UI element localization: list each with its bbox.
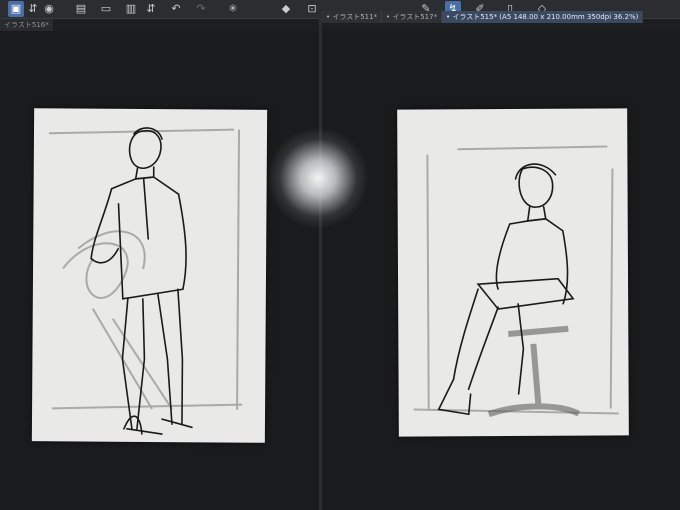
chevrons-button[interactable]: ⇵ xyxy=(25,1,41,17)
tab-label: イラスト515* (A5 148.00 x 210.00mm 350dpi 36… xyxy=(452,13,639,21)
view-icon: ◉ xyxy=(44,2,54,15)
fill-button[interactable]: ◆ xyxy=(278,1,294,17)
chevrons-icon: ⇵ xyxy=(28,2,38,15)
brightness-icon: ✳ xyxy=(228,2,238,15)
canvas-standing-figure[interactable] xyxy=(31,108,268,443)
fill-icon: ◆ xyxy=(281,2,291,15)
transform-icon: ⊡ xyxy=(307,2,317,15)
new-file-icon: ▤ xyxy=(75,2,87,15)
tab-illust-517[interactable]: • イラスト517* xyxy=(382,11,443,23)
canvas-seated-figure[interactable] xyxy=(397,108,629,437)
select-tool-button[interactable]: ▣ xyxy=(8,1,24,17)
tab-illust-511[interactable]: • イラスト511* xyxy=(322,11,383,23)
redo-button[interactable]: ↷ xyxy=(193,1,209,17)
save-chevron-icon: ⇵ xyxy=(146,2,156,15)
screen-glare xyxy=(268,128,368,228)
document-tabbar: • イラスト511* • イラスト517* • イラスト515* (A5 148… xyxy=(322,11,680,23)
tab-label: イラスト516* xyxy=(4,21,49,29)
undo-icon: ↶ xyxy=(171,2,181,15)
select-icon: ▣ xyxy=(10,2,22,15)
tab-illust-515[interactable]: • イラスト515* (A5 148.00 x 210.00mm 350dpi … xyxy=(442,11,644,23)
seated-figure-sketch xyxy=(413,145,619,417)
tab-left-document[interactable]: イラスト516* xyxy=(0,19,53,31)
save-button[interactable]: ▥ xyxy=(123,1,139,17)
save-options-button[interactable]: ⇵ xyxy=(143,1,159,17)
open-folder-icon: ▭ xyxy=(100,2,112,15)
standing-figure-sketch xyxy=(48,127,243,435)
transform-button[interactable]: ⊡ xyxy=(304,1,320,17)
redo-icon: ↷ xyxy=(196,2,206,15)
view-button[interactable]: ◉ xyxy=(41,1,57,17)
tab-label: イラスト517* xyxy=(392,13,438,21)
save-icon: ▥ xyxy=(125,2,137,15)
tab-label: イラスト511* xyxy=(332,13,378,21)
new-file-button[interactable]: ▤ xyxy=(73,1,89,17)
undo-button[interactable]: ↶ xyxy=(168,1,184,17)
brightness-button[interactable]: ✳ xyxy=(225,1,241,17)
open-folder-button[interactable]: ▭ xyxy=(98,1,114,17)
